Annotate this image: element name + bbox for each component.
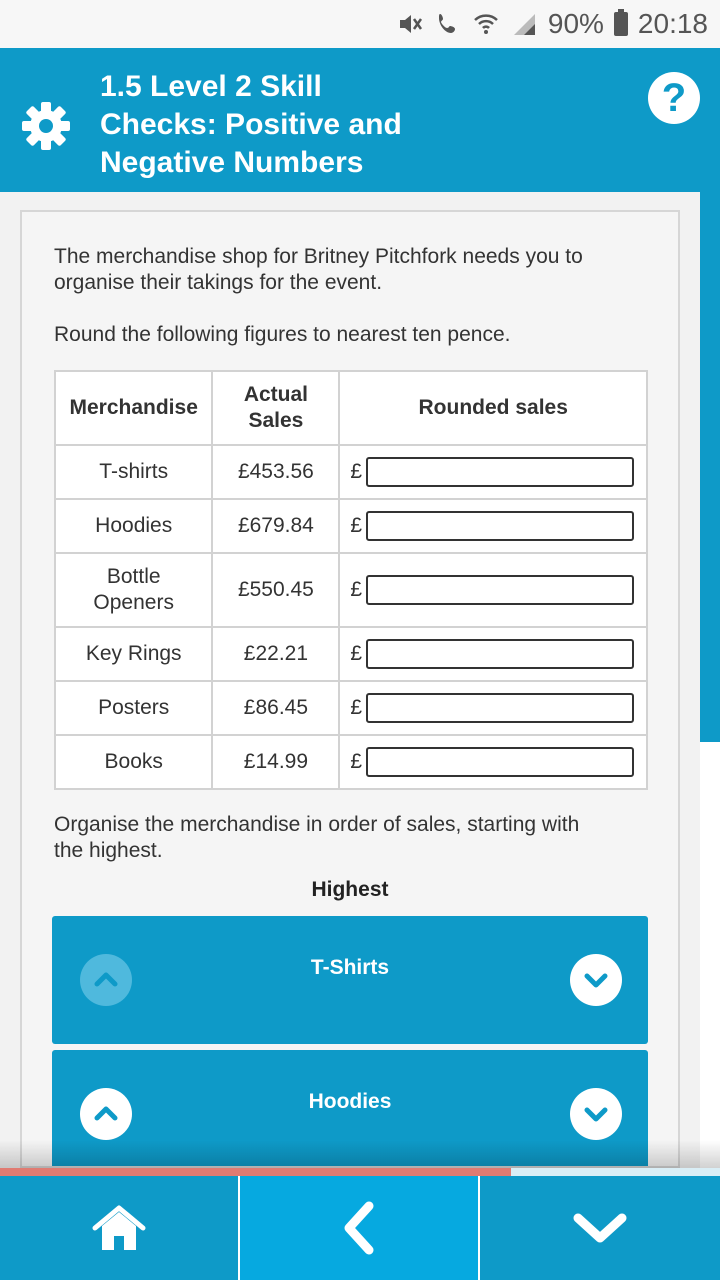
sales-cell: £679.84 (211, 498, 341, 554)
mute-icon (396, 10, 424, 38)
help-button[interactable]: ? (648, 72, 700, 124)
header-actual-sales: Actual Sales (211, 370, 341, 446)
rounded-key-rings-input[interactable] (366, 639, 634, 669)
highest-label: Highest (311, 878, 389, 901)
merchandise-cell: Bottle Openers (53, 552, 214, 628)
order-prompt: Organise the merchandise in order of sal… (54, 813, 580, 862)
pound-sign: £ (350, 460, 363, 483)
bottom-nav (0, 1176, 720, 1280)
order-item-label: Hoodies (308, 1090, 392, 1113)
rounded-hoodies-input[interactable] (366, 511, 634, 541)
chevron-left-icon (344, 1201, 374, 1255)
intro-text: The merchandise shop for Britney Pitchfo… (54, 245, 583, 294)
rounded-books-input[interactable] (366, 747, 634, 777)
order-item-tshirts[interactable]: T-Shirts (52, 916, 648, 1044)
sales-cell: £86.45 (211, 680, 341, 736)
table-row: T-shirts £453.56 £ (53, 444, 648, 500)
move-down-button[interactable] (570, 1088, 622, 1140)
battery-icon (613, 9, 628, 36)
sales-cell: £453.56 (211, 444, 341, 500)
progress-fill (0, 1168, 512, 1176)
merchandise-cell: Books (53, 734, 214, 790)
call-icon (434, 10, 462, 38)
header-rounded-sales: Rounded sales (338, 370, 648, 446)
merchandise-cell: Key Rings (53, 626, 214, 682)
sales-cell: £22.21 (211, 626, 341, 682)
wifi-icon (472, 10, 500, 38)
clock: 20:18 (637, 8, 708, 39)
table-row: Books £14.99 £ (53, 734, 648, 790)
sales-cell: £550.45 (211, 552, 341, 628)
chevron-down-icon (584, 1107, 608, 1122)
rounded-tshirts-input[interactable] (366, 457, 634, 487)
merchandise-cell: Posters (53, 680, 214, 736)
table-row: Hoodies £679.84 £ (53, 498, 648, 554)
pound-sign: £ (350, 696, 363, 719)
app-header: 1.5 Level 2 Skill Checks: Positive and N… (0, 48, 720, 192)
question-card: The merchandise shop for Britney Pitchfo… (20, 210, 680, 1168)
rounded-posters-input[interactable] (366, 693, 634, 723)
pound-sign: £ (350, 750, 363, 773)
progress-bar (0, 1168, 720, 1176)
pound-sign: £ (350, 642, 363, 665)
chevron-down-icon (584, 973, 608, 988)
status-bar: 90% 20:18 (0, 0, 720, 48)
pound-sign: £ (350, 514, 363, 537)
rounded-bottle-openers-input[interactable] (366, 575, 634, 605)
instruction-text: Round the following figures to nearest t… (54, 323, 511, 346)
chevron-down-icon (573, 1213, 627, 1243)
sales-table: Merchandise Actual Sales Rounded sales T… (53, 370, 648, 790)
chevron-up-icon (94, 972, 118, 987)
pound-sign: £ (350, 578, 363, 601)
merchandise-cell: Hoodies (53, 498, 214, 554)
scrollbar-thumb[interactable] (700, 192, 720, 742)
move-down-button[interactable] (570, 954, 622, 1006)
chevron-up-icon (94, 1106, 118, 1121)
page-title: 1.5 Level 2 Skill Checks: Positive and N… (100, 70, 402, 179)
signal-icon (510, 10, 538, 38)
back-button[interactable] (238, 1176, 480, 1280)
table-row: Bottle Openers £550.45 £ (53, 552, 648, 628)
next-button[interactable] (480, 1176, 720, 1280)
settings-gear-icon[interactable] (20, 100, 72, 152)
merchandise-cell: T-shirts (53, 444, 214, 500)
move-up-button[interactable] (80, 954, 132, 1006)
table-row: Posters £86.45 £ (53, 680, 648, 736)
home-button[interactable] (0, 1176, 238, 1280)
scroll-fade (0, 1140, 720, 1168)
home-icon (92, 1205, 146, 1250)
order-item-label: T-Shirts (310, 956, 390, 979)
battery-percent: 90% (547, 8, 604, 39)
sales-cell: £14.99 (211, 734, 341, 790)
header-merchandise: Merchandise (53, 370, 214, 446)
move-up-button[interactable] (80, 1088, 132, 1140)
table-row: Key Rings £22.21 £ (53, 626, 648, 682)
